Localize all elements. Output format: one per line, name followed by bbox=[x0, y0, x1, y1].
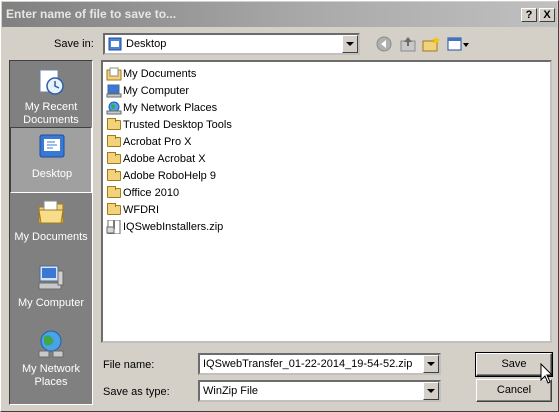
place-label: My Network Places bbox=[21, 363, 81, 388]
my-documents-icon bbox=[38, 200, 64, 224]
place-desktop[interactable]: Desktop bbox=[10, 127, 92, 193]
place-label: Desktop bbox=[31, 168, 73, 180]
file-name: My Network Places bbox=[123, 102, 218, 114]
file-name: WFDRI bbox=[123, 204, 160, 216]
folder-icon bbox=[107, 169, 121, 181]
file-name-value: IQSwebTransfer_01-22-2014_19-54-52.zip bbox=[203, 358, 413, 370]
file-name: IQSwebInstallers.zip bbox=[123, 221, 224, 233]
file-name: Adobe Acrobat X bbox=[123, 153, 206, 165]
save-dialog: Enter name of file to save to... ? X Sav… bbox=[0, 0, 559, 412]
view-menu-icon[interactable] bbox=[446, 35, 470, 53]
place-network-places[interactable]: My Network Places bbox=[10, 325, 92, 391]
help-button[interactable]: ? bbox=[521, 8, 537, 22]
chevron-down-icon[interactable] bbox=[423, 355, 439, 373]
back-icon[interactable] bbox=[374, 35, 394, 53]
folder-icon bbox=[107, 118, 121, 130]
file-name: Acrobat Pro X bbox=[123, 136, 192, 148]
save-in-label: Save in: bbox=[54, 38, 94, 50]
place-my-documents[interactable]: My Documents bbox=[10, 193, 92, 259]
place-label: My Recent Documents bbox=[23, 101, 79, 126]
folder-icon bbox=[107, 135, 121, 147]
file-list[interactable]: My Documents My Computer My Network Plac… bbox=[101, 60, 552, 343]
file-name-input[interactable]: IQSwebTransfer_01-22-2014_19-54-52.zip bbox=[198, 353, 441, 375]
documents-folder-icon bbox=[106, 67, 122, 81]
save-type-label: Save as type: bbox=[103, 386, 170, 398]
desktop-small-icon bbox=[108, 37, 122, 51]
my-computer-icon bbox=[38, 265, 64, 290]
new-folder-icon[interactable] bbox=[421, 35, 441, 53]
desktop-icon bbox=[39, 134, 65, 158]
chevron-down-icon[interactable] bbox=[423, 382, 439, 400]
file-name: Office 2010 bbox=[123, 187, 180, 199]
save-type-select[interactable]: WinZip File bbox=[198, 380, 441, 402]
place-label: My Computer bbox=[17, 297, 85, 309]
zip-file-icon bbox=[106, 220, 121, 234]
file-name: Adobe RoboHelp 9 bbox=[123, 170, 216, 182]
file-name-label: File name: bbox=[103, 359, 155, 371]
chevron-down-icon[interactable] bbox=[342, 35, 358, 53]
up-folder-icon[interactable] bbox=[398, 35, 418, 53]
save-in-value: Desktop bbox=[126, 38, 167, 50]
mouse-cursor-icon bbox=[540, 363, 554, 384]
recent-documents-icon bbox=[39, 69, 64, 95]
places-bar: My Recent Documents Desktop My Documents bbox=[9, 60, 93, 405]
save-in-select[interactable]: Desktop bbox=[103, 33, 360, 55]
network-places-icon bbox=[38, 330, 64, 358]
folder-icon bbox=[107, 152, 121, 164]
file-name: Trusted Desktop Tools bbox=[123, 119, 232, 131]
close-button[interactable]: X bbox=[539, 8, 555, 22]
computer-icon bbox=[106, 84, 122, 98]
save-type-value: WinZip File bbox=[203, 385, 259, 397]
place-label: My Documents bbox=[14, 231, 88, 243]
file-name: My Computer bbox=[123, 85, 190, 97]
window-title: Enter name of file to save to... bbox=[6, 7, 177, 21]
network-icon bbox=[106, 101, 122, 115]
title-bar[interactable]: Enter name of file to save to... ? X bbox=[2, 2, 557, 27]
place-my-computer[interactable]: My Computer bbox=[10, 259, 92, 325]
place-recent-documents[interactable]: My Recent Documents bbox=[10, 63, 92, 129]
folder-icon bbox=[107, 186, 121, 198]
file-name: My Documents bbox=[123, 68, 197, 80]
folder-icon bbox=[107, 203, 121, 215]
